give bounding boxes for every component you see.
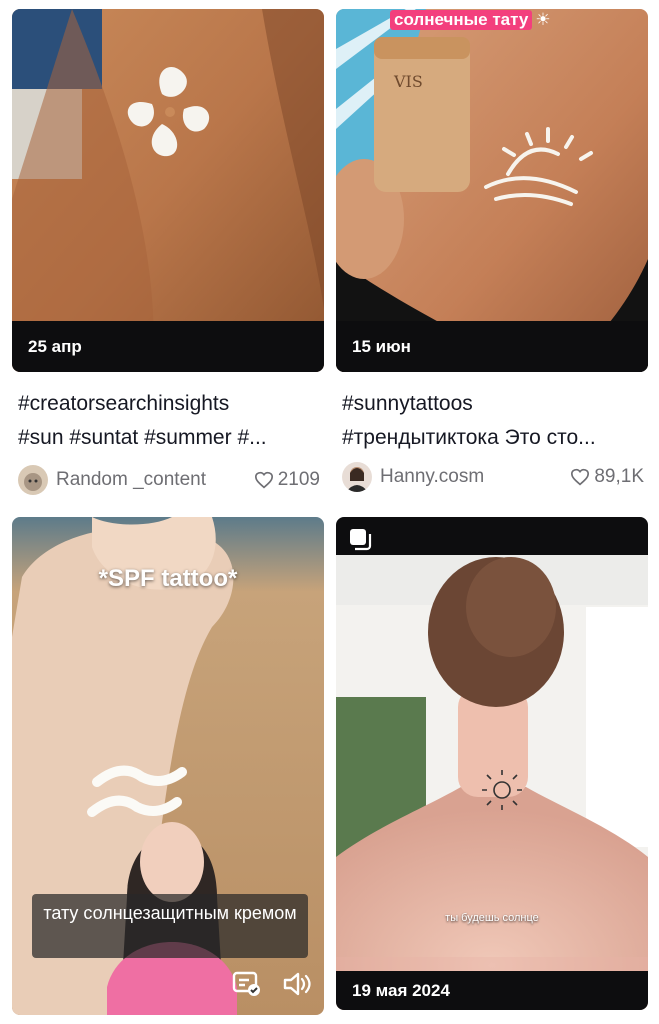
avatar[interactable] [18, 465, 48, 495]
post-date: 19 мая 2024 [336, 971, 648, 1010]
svg-text:VIS: VIS [393, 72, 423, 91]
video-card-3[interactable]: *SPF tattoo* тату солнцезащитным кремом [12, 517, 324, 1015]
like-count-value: 89,1K [594, 466, 644, 487]
video-thumbnail[interactable]: VIS солнечные тату ☀ 15 июн [336, 9, 648, 372]
author-row[interactable]: Hanny.cosm 89,1K [342, 460, 648, 494]
avatar[interactable] [342, 462, 372, 492]
like-count-value: 2109 [277, 469, 320, 490]
video-caption-line[interactable]: #трендытиктока Это сто... [342, 421, 642, 455]
thumbnail-image: VIS [336, 9, 648, 372]
thumbnail-image [12, 9, 324, 372]
multi-photo-icon [348, 527, 372, 556]
post-date: 25 апр [12, 321, 324, 372]
video-card-4[interactable]: ты будешь солнце 19 мая 2024 [336, 517, 648, 1010]
thumbnail-image [336, 517, 648, 1010]
heart-icon [571, 468, 590, 486]
video-caption-line[interactable]: #sunnytattoos [342, 387, 642, 421]
video-caption-line[interactable]: #sun #suntat #summer #... [18, 421, 318, 455]
video-caption-overlay: ты будешь солнце [445, 912, 539, 924]
video-card-2[interactable]: VIS солнечные тату ☀ 15 июн #sunnytattoo… [336, 9, 648, 509]
like-count: 2109 [254, 469, 324, 491]
author-row[interactable]: Random _content 2109 [18, 463, 324, 497]
video-card-1[interactable]: 25 апр #creatorsearchinsights #sun #sunt… [12, 9, 324, 509]
heart-icon [254, 471, 273, 489]
post-date: 15 июн [336, 321, 648, 372]
author-name[interactable]: Hanny.cosm [380, 466, 570, 488]
volume-icon[interactable] [282, 971, 312, 1002]
subtitle-box: тату солнцезащитным кремом [32, 894, 308, 958]
video-thumbnail[interactable]: 25 апр [12, 9, 324, 372]
video-thumbnail[interactable]: *SPF tattoo* тату солнцезащитным кремом [12, 517, 324, 1015]
video-thumbnail[interactable]: ты будешь солнце 19 мая 2024 [336, 517, 648, 1010]
author-name[interactable]: Random _content [56, 469, 254, 491]
video-title-overlay: *SPF tattoo* [98, 565, 238, 592]
captions-icon[interactable] [232, 971, 262, 1002]
sticker-label: солнечные тату ☀ [390, 9, 648, 31]
sun-emoji-icon: ☀ [535, 10, 551, 29]
video-caption-line[interactable]: #creatorsearchinsights [18, 387, 318, 421]
like-count: 89,1K [570, 466, 648, 488]
sticker-text: солнечные тату [390, 10, 533, 30]
